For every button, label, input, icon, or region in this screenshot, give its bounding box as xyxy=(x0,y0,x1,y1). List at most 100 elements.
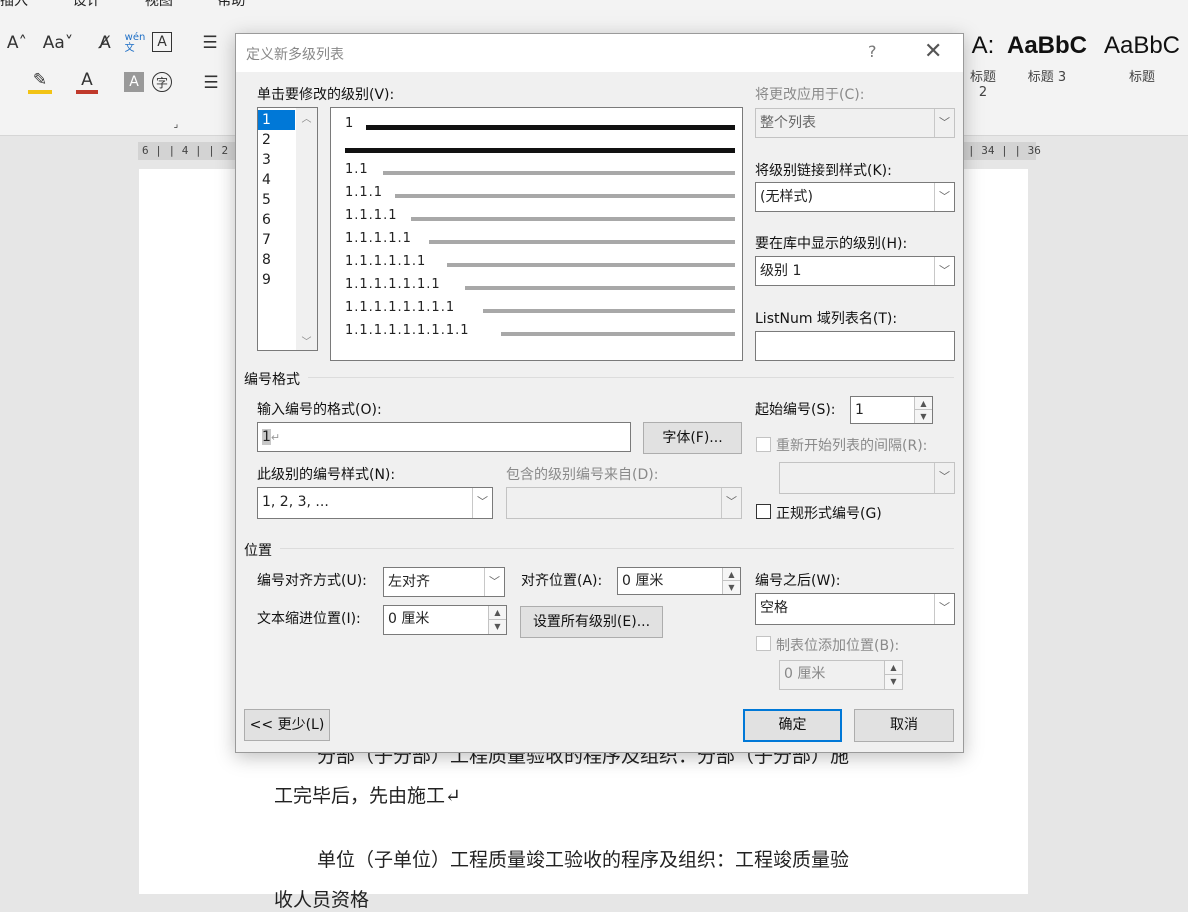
legal-label: 正规形式编号(G) xyxy=(776,506,882,522)
chevron-down-icon[interactable]: ﹀ xyxy=(934,183,954,211)
gallery-level-select[interactable]: 级别 1 ﹀ xyxy=(755,256,955,286)
spin-down-icon[interactable]: ▼ xyxy=(488,620,506,634)
level-item[interactable]: 5 xyxy=(258,190,295,210)
level-item[interactable]: 4 xyxy=(258,170,295,190)
ruler-left: 6 | | 4 | | 2 xyxy=(138,142,238,160)
chevron-down-icon[interactable]: ﹀ xyxy=(934,594,954,624)
menu-design[interactable]: 设计 xyxy=(72,0,100,9)
level-item[interactable]: 2 xyxy=(258,130,295,150)
ruler-right: | 34 | | 36 xyxy=(964,142,1041,160)
alignment-select[interactable]: 左对齐 ﹀ xyxy=(383,567,505,597)
doc-line: 收人员资格 xyxy=(274,889,370,911)
level-item[interactable]: 6 xyxy=(258,210,295,230)
apply-to-value: 整个列表 xyxy=(760,115,816,131)
dialog-titlebar: 定义新多级列表 ? ✕ xyxy=(236,34,963,72)
spin-up-icon[interactable]: ▲ xyxy=(914,397,932,410)
preview-bar xyxy=(447,263,735,267)
menu-help[interactable]: 帮助 xyxy=(217,0,245,9)
follow-label: 编号之后(W): xyxy=(755,573,841,589)
preview-row: 1.1.1.1.1.1 xyxy=(345,254,427,269)
scroll-down-icon[interactable]: ﹀ xyxy=(296,333,317,348)
spin-up-icon[interactable]: ▲ xyxy=(722,568,740,581)
preview-bar xyxy=(411,217,735,221)
indent-spinner[interactable]: 0 厘米 ▲ ▼ xyxy=(383,605,507,635)
level-scrollbar[interactable]: ︿ ﹀ xyxy=(296,108,317,350)
chevron-down-icon[interactable]: ﹀ xyxy=(484,568,504,596)
char-shading-icon[interactable]: A xyxy=(124,72,144,92)
spin-down-icon[interactable]: ▼ xyxy=(914,410,932,423)
font-button[interactable]: 字体(F)... xyxy=(643,422,742,454)
spin-up-icon[interactable]: ▲ xyxy=(488,606,506,620)
highlight-icon[interactable]: ✎ xyxy=(28,70,52,94)
format-input[interactable]: 1↵ xyxy=(257,422,631,452)
set-all-levels-button[interactable]: 设置所有级别(E)... xyxy=(520,606,663,638)
ok-button[interactable]: 确定 xyxy=(743,709,842,742)
close-icon[interactable]: ✕ xyxy=(924,39,946,64)
follow-select[interactable]: 空格 ﹀ xyxy=(755,593,955,625)
font-color-icon[interactable]: A xyxy=(76,70,98,94)
legal-checkbox[interactable] xyxy=(756,504,771,519)
gallery-level-label: 要在库中显示的级别(H): xyxy=(755,236,908,252)
align-at-label: 对齐位置(A): xyxy=(521,573,603,589)
menu-insert[interactable]: 插入 xyxy=(0,0,28,9)
less-button[interactable]: << 更少(L) xyxy=(244,709,330,741)
chevron-down-icon: ﹀ xyxy=(934,109,954,137)
level-item[interactable]: 7 xyxy=(258,230,295,250)
tab-add-label: 制表位添加位置(B): xyxy=(776,638,900,654)
apply-to-label: 将更改应用于(C): xyxy=(755,87,865,103)
change-case-icon[interactable]: Aa˅ xyxy=(40,32,76,54)
divider xyxy=(308,377,954,378)
include-level-select: ﹀ xyxy=(506,487,742,519)
preview-row: 1 xyxy=(345,116,355,131)
bullets-icon[interactable]: ☰ xyxy=(198,32,222,54)
level-item[interactable]: 8 xyxy=(258,250,295,270)
restart-checkbox xyxy=(756,437,771,452)
cancel-button[interactable]: 取消 xyxy=(854,709,954,742)
clear-format-icon[interactable]: A̸ xyxy=(94,32,116,54)
preview-row: 1.1.1 xyxy=(345,185,384,200)
number-style-label: 此级别的编号样式(N): xyxy=(257,467,396,483)
start-at-spinner[interactable]: 1 ▲ ▼ xyxy=(850,396,933,424)
start-at-label: 起始编号(S): xyxy=(755,402,836,418)
align-at-spinner[interactable]: 0 厘米 ▲ ▼ xyxy=(617,567,741,595)
preview-row: 1.1 xyxy=(345,162,369,177)
char-border-icon[interactable]: A xyxy=(152,32,172,52)
preview-bar xyxy=(429,240,735,244)
chevron-down-icon[interactable]: ﹀ xyxy=(934,257,954,285)
level-item[interactable]: 3 xyxy=(258,150,295,170)
preview-bar xyxy=(395,194,735,198)
style-heading3[interactable]: AaBbC 标题 3 xyxy=(1004,30,1090,85)
preview-bar xyxy=(345,148,735,153)
enclose-char-icon[interactable]: 字 xyxy=(152,72,172,92)
align-left-icon[interactable]: ☰ xyxy=(200,72,222,94)
preview-row: 1.1.1.1.1.1.1 xyxy=(345,277,441,292)
link-style-select[interactable]: (无样式) ﹀ xyxy=(755,182,955,212)
start-at-value: 1 xyxy=(855,402,864,418)
preview-bar xyxy=(501,332,735,336)
style-title[interactable]: AaBbC 标题 xyxy=(1096,30,1188,85)
level-label: 单击要修改的级别(V): xyxy=(257,87,395,103)
style-heading2[interactable]: A: 标题 2 xyxy=(966,30,1000,100)
level-item[interactable]: 1 xyxy=(258,110,295,130)
chevron-down-icon[interactable]: ﹀ xyxy=(472,488,492,518)
number-style-value: 1, 2, 3, ... xyxy=(262,494,329,510)
phonetic-guide-icon[interactable]: wén 文 xyxy=(124,30,146,56)
scroll-up-icon[interactable]: ︿ xyxy=(296,110,317,125)
help-button[interactable]: ? xyxy=(868,42,877,61)
number-style-select[interactable]: 1, 2, 3, ... ﹀ xyxy=(257,487,493,519)
doc-line: 工完毕后，先由施工↵ xyxy=(274,785,461,807)
spin-down-icon: ▼ xyxy=(884,675,902,689)
tab-add-checkbox xyxy=(756,636,771,651)
spin-down-icon[interactable]: ▼ xyxy=(722,581,740,594)
listnum-label: ListNum 域列表名(T): xyxy=(755,311,898,327)
alignment-value: 左对齐 xyxy=(388,574,430,590)
dialog-launcher-icon[interactable]: ⌟ xyxy=(170,118,182,130)
preview-row: 1.1.1.1.1.1.1.1.1 xyxy=(345,323,470,338)
menu-view[interactable]: 视图 xyxy=(145,0,173,9)
level-item[interactable]: 9 xyxy=(258,270,295,290)
apply-to-select: 整个列表 ﹀ xyxy=(755,108,955,138)
listnum-input[interactable] xyxy=(755,331,955,361)
tab-add-value: 0 厘米 xyxy=(784,666,826,682)
font-grow-icon[interactable]: A˄ xyxy=(6,32,28,54)
level-listbox[interactable]: 1 2 3 4 5 6 7 8 9 ︿ ﹀ xyxy=(257,107,318,351)
